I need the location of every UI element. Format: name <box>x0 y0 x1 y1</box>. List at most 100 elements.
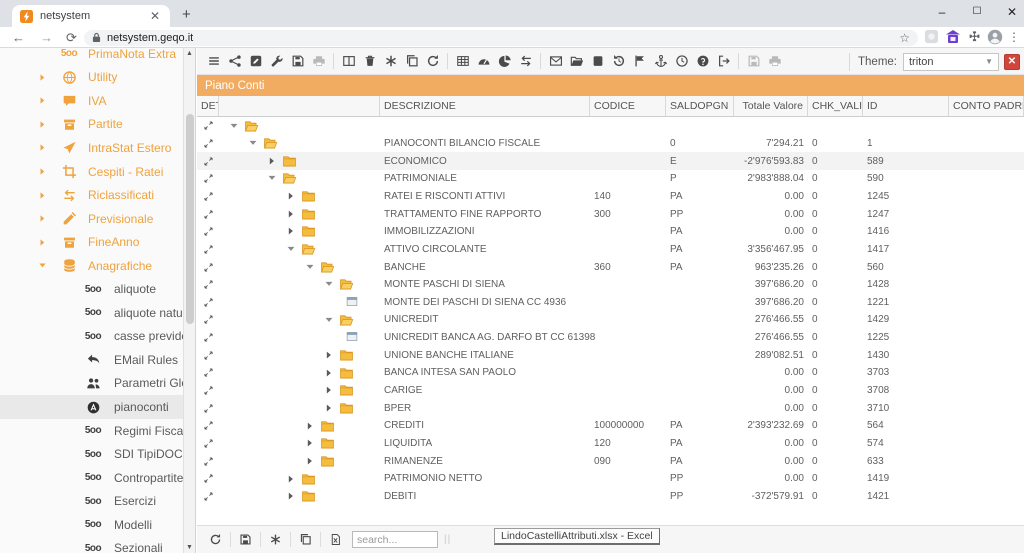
column-header-conto-padre[interactable]: CONTO PADRE <box>949 96 1024 116</box>
tree-collapse-icon[interactable] <box>248 138 259 149</box>
grid-row[interactable]: RIMANENZE090PA0.000633 <box>197 452 1024 470</box>
flag-button[interactable] <box>630 51 650 71</box>
detail-expand-button[interactable] <box>197 209 219 220</box>
extensions-puzzle-icon[interactable] <box>967 29 983 45</box>
detail-expand-button[interactable] <box>197 279 219 290</box>
detail-expand-button[interactable] <box>197 332 219 343</box>
caret-down-icon[interactable] <box>38 261 48 270</box>
column-header-tree[interactable] <box>219 96 380 116</box>
sidebar-item-contropartite[interactable]: 5ooContropartite <box>0 466 184 490</box>
extension-generic-icon[interactable] <box>924 29 940 45</box>
menu-button[interactable] <box>204 51 224 71</box>
grid-row[interactable]: MONTE PASCHI DI SIENA397'686.2001428 <box>197 276 1024 294</box>
sidebar-item-modelli[interactable]: 5ooModelli <box>0 513 184 537</box>
grid-row[interactable] <box>197 117 1024 135</box>
footer-asterisk-button[interactable] <box>266 530 286 550</box>
detail-expand-button[interactable] <box>197 191 219 202</box>
sidebar-item-aliquote[interactable]: 5ooaliquote <box>0 278 184 302</box>
window-maximize-button[interactable]: ☐ <box>960 0 994 26</box>
pie-chart-button[interactable] <box>495 51 515 71</box>
save-button[interactable] <box>288 51 308 71</box>
detail-expand-button[interactable] <box>197 456 219 467</box>
sidebar-item-anagrafiche[interactable]: Anagrafiche <box>0 254 184 278</box>
clock-button[interactable] <box>672 51 692 71</box>
caret-right-icon[interactable] <box>38 73 48 82</box>
tree-expand-icon[interactable] <box>324 403 335 414</box>
grid-row[interactable]: PATRIMONIALEP2'983'888.040590 <box>197 170 1024 188</box>
footer-excel-file-button[interactable] <box>326 530 346 550</box>
caret-right-icon[interactable] <box>38 120 48 129</box>
sidebar-item-utility[interactable]: Utility <box>0 66 184 90</box>
grid-row[interactable]: BANCHE360PA963'235.260560 <box>197 258 1024 276</box>
caret-right-icon[interactable] <box>38 214 48 223</box>
sidebar-scrollbar[interactable]: ▲ ▼ <box>183 48 195 553</box>
column-header-id[interactable]: ID <box>863 96 949 116</box>
grid-row[interactable]: BANCA INTESA SAN PAOLO0.0003703 <box>197 364 1024 382</box>
detail-expand-button[interactable] <box>197 156 219 167</box>
history-button[interactable] <box>609 51 629 71</box>
grid-row[interactable]: IMMOBILIZZAZIONIPA0.0001416 <box>197 223 1024 241</box>
detail-expand-button[interactable] <box>197 403 219 414</box>
tree-expand-icon[interactable] <box>267 156 278 167</box>
grid-row[interactable]: MONTE DEI PASCHI DI SIENA CC 4936397'686… <box>197 294 1024 312</box>
sidebar-item-regimi-fiscali[interactable]: 5ooRegimi Fiscali <box>0 419 184 443</box>
scrollbar-thumb[interactable] <box>186 114 194 324</box>
tree-expand-icon[interactable] <box>286 209 297 220</box>
detail-expand-button[interactable] <box>197 473 219 484</box>
extension-purple-icon[interactable] <box>945 29 961 45</box>
caret-right-icon[interactable] <box>38 96 48 105</box>
sidebar-item-email-rules[interactable]: EMail Rules <box>0 348 184 372</box>
sidebar-item-sezionali[interactable]: 5ooSezionali <box>0 537 184 553</box>
grid-row[interactable]: DEBITIPP-372'579.9101421 <box>197 488 1024 506</box>
sidebar-item-iva[interactable]: IVA <box>0 89 184 113</box>
column-header-chk-valid[interactable]: CHK_VALID <box>808 96 863 116</box>
column-header-codice[interactable]: CODICE <box>590 96 666 116</box>
share-nodes-button[interactable] <box>225 51 245 71</box>
tree-collapse-icon[interactable] <box>267 173 278 184</box>
tree-expand-icon[interactable] <box>324 350 335 361</box>
grid-row[interactable]: UNICREDIT BANCA AG. DARFO BT CC 61398276… <box>197 329 1024 347</box>
detail-expand-button[interactable] <box>197 367 219 378</box>
detail-expand-button[interactable] <box>197 120 219 131</box>
sidebar-item-aliquote-natura[interactable]: 5ooaliquote natura <box>0 301 184 325</box>
grid-row[interactable]: CARIGE0.0003708 <box>197 382 1024 400</box>
footer-save-button[interactable] <box>236 530 256 550</box>
sidebar-item-intrastat-estero[interactable]: IntraStat Estero <box>0 136 184 160</box>
forward-button[interactable]: → <box>40 28 53 47</box>
sidebar-item-esercizi[interactable]: 5ooEsercizi <box>0 489 184 513</box>
search-input[interactable] <box>352 531 438 548</box>
tree-expand-icon[interactable] <box>324 385 335 396</box>
tree-collapse-icon[interactable] <box>286 244 297 255</box>
grid-row[interactable]: BPER0.0003710 <box>197 399 1024 417</box>
detail-expand-button[interactable] <box>197 173 219 184</box>
gauge-button[interactable] <box>474 51 494 71</box>
address-bar[interactable]: netsystem.geqo.it ☆ <box>84 30 918 46</box>
columns-button[interactable] <box>339 51 359 71</box>
grid-row[interactable]: RATEI E RISCONTI ATTIVI140PA0.0001245 <box>197 188 1024 206</box>
caret-right-icon[interactable] <box>38 167 48 176</box>
grid-row[interactable]: UNIONE BANCHE ITALIANE289'082.5101430 <box>197 346 1024 364</box>
column-header-det[interactable]: DET <box>197 96 219 116</box>
detail-expand-button[interactable] <box>197 420 219 431</box>
tree-expand-icon[interactable] <box>305 438 316 449</box>
grid-row[interactable]: ECONOMICOE-2'976'593.830589 <box>197 152 1024 170</box>
sidebar-item-primanota-extra[interactable]: 5ooPrimaNota Extra <box>0 48 184 66</box>
folder-open-button[interactable] <box>567 51 587 71</box>
table-button[interactable] <box>453 51 473 71</box>
sidebar-item-riclassificati[interactable]: Riclassificati <box>0 183 184 207</box>
edit-button[interactable] <box>246 51 266 71</box>
scroll-down-icon[interactable]: ▼ <box>184 544 195 551</box>
scroll-up-icon[interactable]: ▲ <box>184 50 195 57</box>
trash-button[interactable] <box>360 51 380 71</box>
grid-row[interactable]: PATRIMONIO NETTOPP0.0001419 <box>197 470 1024 488</box>
detail-expand-button[interactable] <box>197 314 219 325</box>
footer-copy-button[interactable] <box>296 530 316 550</box>
tree-collapse-icon[interactable] <box>324 315 335 326</box>
grid-row[interactable]: ATTIVO CIRCOLANTEPA3'356'467.9501417 <box>197 241 1024 259</box>
envelope-button[interactable] <box>546 51 566 71</box>
column-header-saldopgn[interactable]: SALDOPGN <box>666 96 734 116</box>
window-minimize-button[interactable]: – <box>925 0 959 26</box>
browser-tab[interactable]: netsystem ✕ <box>12 5 170 27</box>
sidebar-item-casse-previdenziali[interactable]: 5oocasse previdenziali <box>0 325 184 349</box>
detail-expand-button[interactable] <box>197 438 219 449</box>
